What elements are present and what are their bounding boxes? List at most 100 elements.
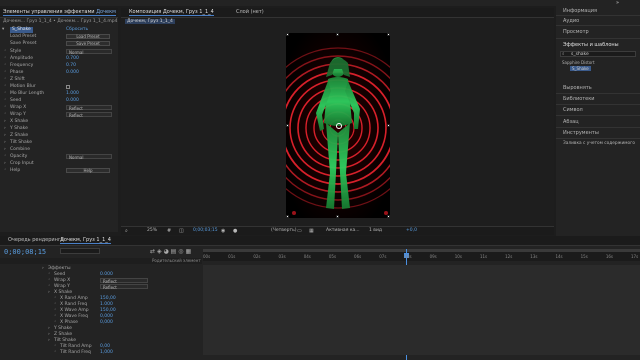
comp-flow-icon[interactable]: ⇄	[150, 248, 155, 255]
effect-property-row[interactable]: › Combine	[2, 147, 116, 153]
region-icon[interactable]: ▭	[297, 228, 302, 234]
effect-property-row[interactable]: ◦ Seed 0.000	[2, 98, 116, 104]
effect-property-row[interactable]: ◦ Z Shift	[2, 77, 116, 83]
effect-property-value[interactable]: 0.000	[66, 70, 79, 76]
transform-handle-left[interactable]	[286, 124, 289, 127]
anchor-point-icon[interactable]	[336, 123, 342, 129]
camera-snapshot-icon[interactable]: ◉	[221, 228, 225, 234]
stopwatch-icon[interactable]: ◦	[4, 91, 7, 97]
tab-effect-controls[interactable]: Элементы управления эффектами Дочекм	[3, 9, 116, 16]
motion-blur-icon[interactable]: ◎	[178, 248, 183, 255]
effect-property-row[interactable]: ◦ Mo Blur Length 1.000	[2, 91, 116, 97]
effect-property-row[interactable]: ◦ Phase 0.000	[2, 70, 116, 76]
effect-property-row[interactable]: › X Shake	[2, 119, 116, 125]
mask-icon[interactable]: ◫	[179, 228, 184, 234]
stopwatch-icon[interactable]: ◦	[4, 168, 7, 174]
composition-frame[interactable]	[286, 33, 390, 218]
effect-property-row[interactable]: ◦ Motion Blur	[2, 84, 116, 90]
effect-property-row[interactable]: ◦ Wrap X Reflect	[2, 105, 116, 111]
stopwatch-icon[interactable]: ◦	[4, 77, 7, 83]
expand-arrow-icon[interactable]: ›	[4, 133, 6, 139]
viewer-timecode[interactable]: 0;00;03;15	[193, 228, 218, 233]
effect-property-value[interactable]: 0.70	[66, 63, 76, 69]
camera-dropdown[interactable]: Активная ка...	[326, 228, 360, 233]
effect-property-dropdown[interactable]: Reflect	[66, 105, 112, 111]
stopwatch-icon[interactable]: ◦	[4, 105, 7, 111]
effect-property-dropdown[interactable]: Normal	[66, 49, 112, 55]
effect-property-row[interactable]: ◦ Opacity Normal	[2, 154, 116, 160]
panel-preview[interactable]: Просмотр	[563, 29, 589, 35]
effect-property-row[interactable]: ◦ Amplitude 0.700	[2, 56, 116, 62]
comp-breadcrumb[interactable]: Дочекм, Груз 1_1_4	[125, 19, 175, 24]
stopwatch-icon[interactable]: ◦	[4, 84, 7, 90]
expand-arrow-icon[interactable]: ›	[4, 147, 6, 153]
effect-property-dropdown[interactable]: Normal	[66, 154, 112, 160]
draft-3d-icon[interactable]: ◈	[157, 248, 162, 255]
stopwatch-icon[interactable]: ◦	[4, 98, 7, 104]
stopwatch-icon[interactable]: ◦	[4, 63, 7, 69]
effect-property-value[interactable]: 1.000	[66, 91, 79, 97]
panel-audio[interactable]: Аудио	[563, 18, 579, 24]
expand-arrow-icon[interactable]: ›	[4, 126, 6, 132]
panel-content-aware-fill[interactable]: Заливка с учетом содержимого	[563, 141, 635, 146]
timeline-property-row[interactable]: ◦ Tilt Rand Freq 1,000	[0, 349, 200, 356]
stopwatch-icon[interactable]: ◦	[54, 349, 57, 356]
stopwatch-icon[interactable]: ◦	[4, 56, 7, 62]
effect-property-checkbox[interactable]	[66, 85, 70, 89]
graph-editor-icon[interactable]: ▦	[185, 248, 191, 255]
panel-tools[interactable]: Инструменты	[563, 130, 599, 136]
frame-blend-icon[interactable]: ▤	[171, 248, 177, 255]
exposure-value[interactable]: +0,0	[406, 228, 417, 233]
effect-property-value[interactable]: 0.000	[66, 98, 79, 104]
effect-header-row[interactable]: ▾ S_Shake Сбросить	[2, 27, 116, 33]
reset-link[interactable]: Сбросить	[66, 27, 88, 33]
shy-icon[interactable]: ◕	[164, 248, 169, 255]
help-button[interactable]: Help	[66, 168, 110, 173]
effects-search-input[interactable]: s_shake	[560, 51, 636, 57]
stopwatch-icon[interactable]: ◦	[4, 49, 7, 55]
effect-property-row[interactable]: ◦ Wrap Y Reflect	[2, 112, 116, 118]
panel-character[interactable]: Символ	[563, 107, 583, 113]
color-channel-icon[interactable]: ●	[233, 228, 237, 234]
effect-property-row[interactable]: › Y Shake	[2, 126, 116, 132]
transparency-icon[interactable]: ▦	[309, 228, 314, 234]
effect-property-row[interactable]: › Z Shake	[2, 133, 116, 139]
panel-align[interactable]: Выровнять	[563, 85, 592, 91]
effect-name[interactable]: S_Shake	[10, 27, 33, 33]
timeline-search-input[interactable]	[60, 248, 100, 254]
transform-handle-bottom-left[interactable]	[286, 215, 289, 218]
work-area-bar[interactable]	[203, 249, 640, 252]
effect-property-dropdown[interactable]: Reflect	[66, 112, 112, 118]
panel-libraries[interactable]: Библиотеки	[563, 96, 595, 102]
transform-handle-top[interactable]	[336, 33, 339, 36]
transform-handle-bottom-right[interactable]	[387, 215, 390, 218]
effect-property-row[interactable]: › Crop Input	[2, 161, 116, 167]
expand-arrow-icon[interactable]: ›	[4, 119, 6, 125]
stopwatch-icon[interactable]: ◦	[4, 70, 7, 76]
timeline-property-value[interactable]: 1,000	[100, 349, 113, 356]
stopwatch-icon[interactable]: ◦	[4, 154, 7, 160]
effects-tree-item[interactable]: S_Shake	[570, 66, 591, 71]
tab-render-queue[interactable]: Очередь рендеринга	[8, 237, 64, 243]
transform-handle-top-left[interactable]	[286, 33, 289, 36]
transform-handle-bottom[interactable]	[336, 215, 339, 218]
panel-effects-presets[interactable]: Эффекты и шаблоны	[563, 42, 619, 48]
load-preset-button[interactable]: Load Preset	[66, 34, 110, 39]
views-dropdown[interactable]: 1 вид	[369, 228, 382, 233]
effect-property-row[interactable]: ◦ Frequency 0.70	[2, 63, 116, 69]
effect-property-value[interactable]: 0.700	[66, 56, 79, 62]
workspace-menu-icon[interactable]: »	[616, 0, 619, 6]
panel-info[interactable]: Информация	[563, 8, 597, 14]
expand-arrow-icon[interactable]: ›	[4, 140, 6, 146]
magnifier-icon[interactable]: ⌕	[125, 228, 128, 234]
effect-property-row[interactable]: ◦ Style Normal	[2, 49, 116, 55]
tab-timeline-comp[interactable]: Дочекм, Груз 1_1_4	[60, 237, 111, 244]
fx-icon[interactable]: ▾	[2, 27, 4, 33]
transform-handle-top-right[interactable]	[387, 33, 390, 36]
timeline-timecode[interactable]: 0;00;08;15	[4, 248, 46, 256]
effect-property-row[interactable]: ◦ Help Help	[2, 168, 116, 174]
save-preset-button[interactable]: Save Preset	[66, 41, 110, 46]
panel-paragraph[interactable]: Абзац	[563, 119, 579, 125]
stopwatch-icon[interactable]: ◦	[4, 112, 7, 118]
tab-layer[interactable]: Слой (нет)	[236, 9, 264, 15]
